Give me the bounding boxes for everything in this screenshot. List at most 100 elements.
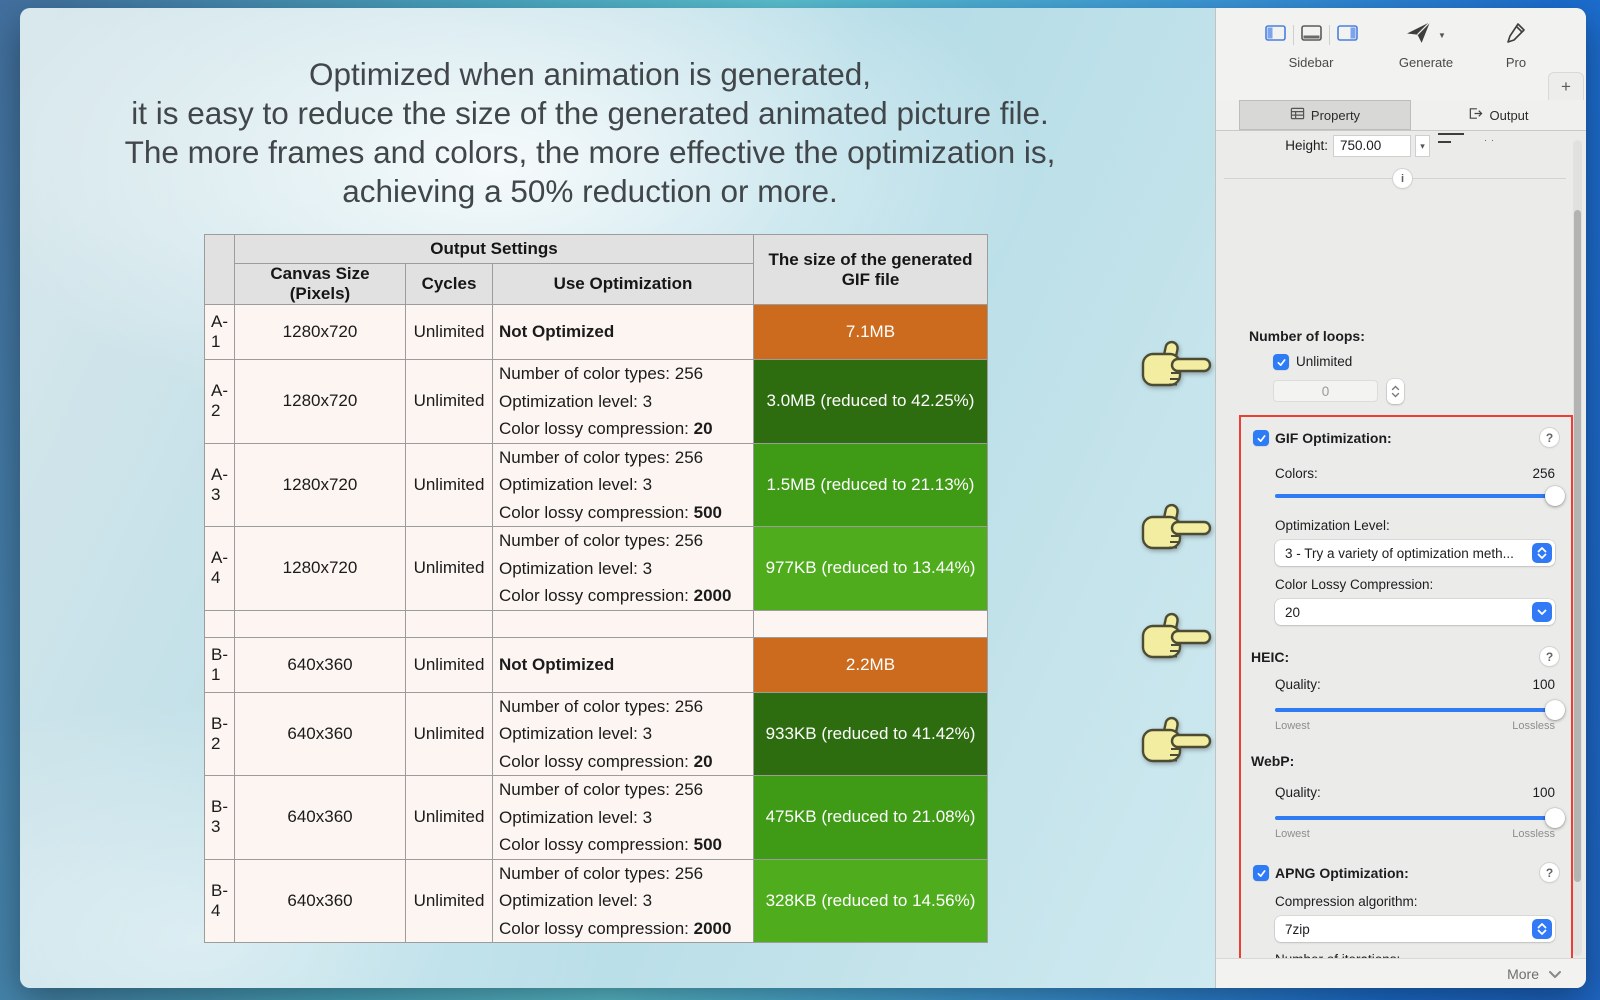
canvas-size-cell: 640x360 [234, 858, 406, 943]
optimization-line: Number of color types: 256 [499, 780, 704, 799]
optimization-line: Color lossy compression: 500 [499, 502, 722, 522]
canvas-size-cell: 640x360 [234, 775, 406, 860]
slide-title-line: Optimized when animation is generated, [308, 56, 872, 92]
use-optimization-cell: Number of color types: 256 Optimization l… [492, 691, 754, 776]
output-tab-label: Output [1489, 107, 1529, 123]
pro-button[interactable]: Pro [1494, 22, 1538, 70]
pro-button-label: Pro [1505, 55, 1527, 70]
tab-bar: Property Output [1216, 100, 1586, 131]
cycles-cell: Unlimited [405, 775, 493, 860]
more-chevron-down-icon[interactable] [1548, 966, 1562, 982]
apng-optimization-checkbox[interactable] [1253, 865, 1269, 881]
size-cell: 3.0MB (reduced to 42.25%) [753, 359, 988, 444]
optimization-line: Color lossy compression: 20 [499, 751, 713, 771]
bottom-panel-icon[interactable] [1300, 24, 1322, 46]
row-label-cell: A-1 [204, 304, 235, 360]
loop-count-field[interactable]: 0 [1273, 380, 1378, 402]
height-stepper[interactable]: ▾ [1415, 135, 1430, 157]
slide-canvas: Optimized when animation is generated, i… [20, 8, 1215, 988]
table-header-row: Output Settings The size of the generate… [204, 234, 988, 305]
row-label-cell: A-2 [204, 359, 235, 444]
webp-lossless-label: Lossless [1512, 828, 1555, 840]
gif-optimization-label: GIF Optimization: [1275, 430, 1392, 446]
colors-value: 256 [1532, 466, 1555, 481]
tab-property[interactable]: Property [1239, 100, 1411, 130]
table-spacer-row [204, 609, 988, 638]
size-cell: 2.2MB [753, 636, 988, 693]
sidebar-toggle-group[interactable]: Sidebar [1256, 24, 1366, 70]
row-label-cell: B-2 [204, 691, 235, 776]
webp-quality-slider[interactable] [1275, 808, 1565, 828]
right-sidebar-icon[interactable] [1336, 24, 1358, 46]
highlight-red-box: GIF Optimization: ? Colors: 256 Optimiza… [1239, 415, 1573, 958]
cycles-cell [405, 609, 493, 638]
size-cell: 1.5MB (reduced to 21.13%) [753, 442, 988, 527]
more-row: More [1216, 958, 1586, 988]
info-button[interactable]: i [1393, 169, 1412, 188]
scrollbar-thumb[interactable] [1574, 210, 1581, 882]
cycles-header: Cycles [405, 263, 493, 305]
use-optimization-cell: Number of color types: 256 Optimization l… [492, 775, 754, 860]
gif-help-button[interactable]: ? [1540, 428, 1559, 447]
app-window: Optimized when animation is generated, i… [20, 8, 1586, 988]
canvas-size-cell: 640x360 [234, 636, 406, 693]
slider-thumb[interactable] [1545, 700, 1565, 720]
webp-quality-value: 100 [1532, 785, 1555, 800]
apng-optimization-label: APNG Optimization: [1275, 865, 1409, 881]
color-lossy-compression-combo[interactable]: 20 [1275, 599, 1555, 625]
color-lossy-compression-label: Color Lossy Compression: [1275, 577, 1434, 592]
cycles-cell: Unlimited [405, 304, 493, 360]
add-tab-button[interactable]: + [1548, 72, 1584, 100]
slider-thumb[interactable] [1545, 486, 1565, 506]
left-sidebar-icon[interactable] [1264, 24, 1286, 46]
more-button[interactable]: More [1507, 966, 1539, 982]
height-field-label: Height: [1285, 138, 1328, 153]
optimization-level-label: Optimization Level: [1275, 518, 1390, 533]
size-column-header: The size of the generated GIF file [753, 234, 988, 305]
sidebar-button-label: Sidebar [1288, 55, 1334, 70]
webp-lowest-label: Lowest [1275, 828, 1310, 840]
canvas-size-cell: 640x360 [234, 691, 406, 776]
tab-output[interactable]: Output [1411, 100, 1586, 130]
output-settings-header: Output Settings [234, 234, 754, 264]
slider-fill [1275, 816, 1555, 820]
size-cell: 977KB (reduced to 13.44%) [753, 526, 988, 611]
row-label-cell: A-3 [204, 442, 235, 527]
use-optimization-cell: Not Optimized [492, 636, 754, 693]
clipped-control: ·· [1484, 135, 1498, 145]
generate-button[interactable]: ▼ Generate [1381, 21, 1471, 70]
slide-title-line: it is easy to reduce the size of the gen… [131, 95, 1049, 131]
heic-lowest-label: Lowest [1275, 720, 1310, 732]
heic-label: HEIC: [1251, 649, 1290, 665]
compression-algorithm-label: Compression algorithm: [1275, 894, 1418, 909]
canvas-size-cell: 1280x720 [234, 526, 406, 611]
height-input[interactable]: 750.00 [1333, 135, 1411, 157]
table-body: A-1 1280x720 Unlimited Not Optimized 7.1MB A-… [204, 304, 988, 943]
canvas-size-cell: 1280x720 [234, 359, 406, 444]
number-of-iterations-label: Number of iterations: [1275, 951, 1400, 958]
size-cell [753, 609, 988, 638]
settings-panel: Sidebar ▼ Generate Pro + Property Output… [1215, 8, 1586, 988]
optimization-level-popup[interactable]: 3 - Try a variety of optimization meth..… [1275, 540, 1555, 566]
cycles-cell: Unlimited [405, 636, 493, 693]
loop-count-stepper[interactable] [1387, 379, 1404, 404]
unlimited-loops-checkbox[interactable] [1273, 354, 1289, 370]
colors-slider[interactable] [1275, 486, 1565, 506]
output-tab-icon [1468, 106, 1483, 124]
table-row: B-3 640x360 Unlimited Number of color types… [204, 775, 988, 860]
desktop-background: Optimized when animation is generated, i… [0, 0, 1600, 1000]
heic-quality-slider[interactable] [1275, 700, 1565, 720]
gif-optimization-checkbox[interactable] [1253, 430, 1269, 446]
optimization-line: Color lossy compression: 20 [499, 419, 713, 438]
table-row: A-3 1280x720 Unlimited Number of color type… [204, 442, 988, 527]
heic-help-button[interactable]: ? [1540, 647, 1559, 666]
slide-title-line: achieving a 50% reduction or more. [342, 173, 838, 209]
use-optimization-cell: Number of color types: 256 Optimization l… [492, 359, 754, 444]
generate-dropdown-caret-icon[interactable]: ▼ [1438, 31, 1446, 40]
compression-algorithm-popup[interactable]: 7zip [1275, 916, 1555, 942]
optimization-comparison-table: Output Settings The size of the generate… [204, 234, 988, 943]
slider-thumb[interactable] [1545, 808, 1565, 828]
optimization-line: Optimization level: 3 [499, 724, 653, 743]
optimization-line: Number of color types: 256 [499, 696, 704, 716]
apng-help-button[interactable]: ? [1540, 863, 1559, 882]
